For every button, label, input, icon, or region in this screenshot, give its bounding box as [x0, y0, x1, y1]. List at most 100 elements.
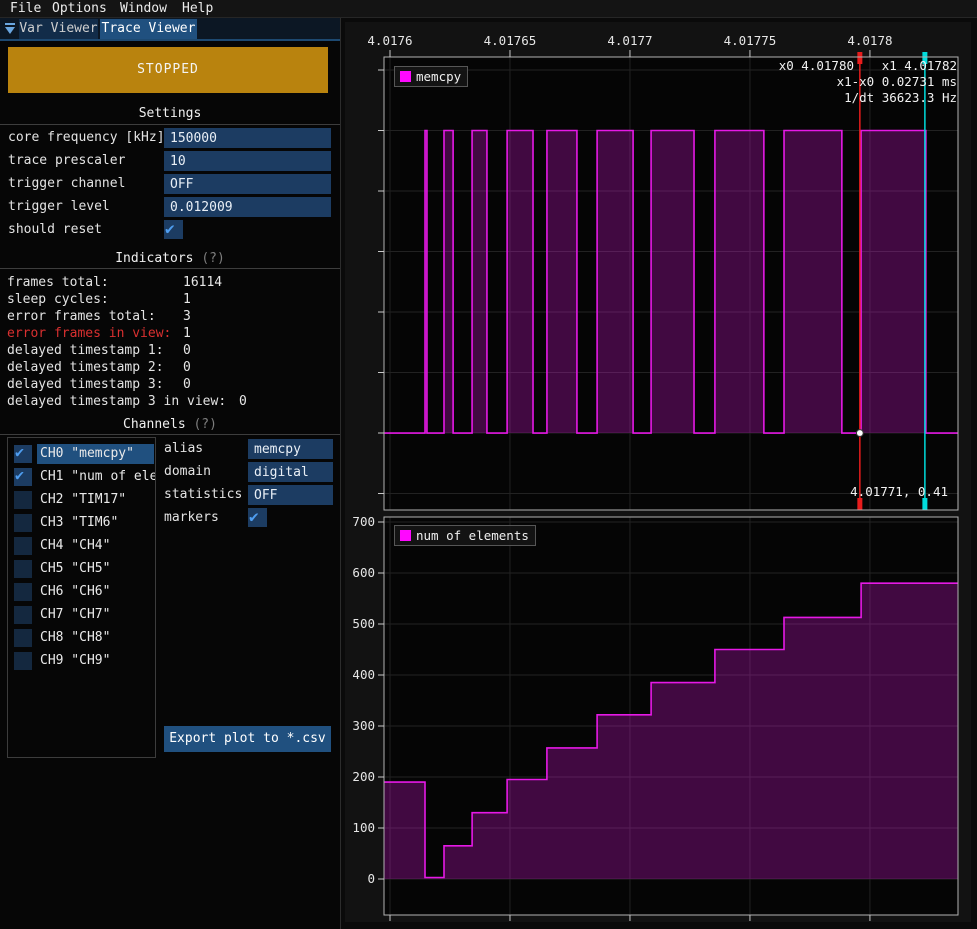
- indicator-value: 16114: [183, 274, 222, 291]
- indicators-title-text: Indicators: [115, 251, 193, 266]
- alias-input[interactable]: [248, 439, 333, 459]
- should-reset-checkbox[interactable]: ✔: [164, 220, 183, 239]
- check-icon: ✔: [249, 507, 259, 526]
- channel-row-0[interactable]: ✔ CH0 "memcpy": [8, 444, 155, 466]
- channel-checkbox[interactable]: [14, 514, 32, 532]
- separator: [0, 434, 340, 435]
- channel-row-6[interactable]: CH6 "CH6": [8, 582, 155, 604]
- marker-x0-label: x0 4.01780: [779, 58, 854, 73]
- channel-row-4[interactable]: CH4 "CH4": [8, 536, 155, 558]
- channel-row-5[interactable]: CH5 "CH5": [8, 559, 155, 581]
- trigger-channel-select[interactable]: [164, 174, 331, 194]
- indicator-label: sleep cycles:: [7, 291, 109, 308]
- tab-bar: Var Viewer Trace Viewer: [0, 18, 340, 41]
- chevron-down-icon: [5, 27, 15, 34]
- channel-row-8[interactable]: CH8 "CH8": [8, 628, 155, 650]
- trace-prescaler-input[interactable]: [164, 151, 331, 171]
- acquisition-state-button[interactable]: STOPPED: [8, 47, 328, 93]
- channel-checkbox[interactable]: [14, 537, 32, 555]
- marker-delta-label: x1-x0 0.02731 ms: [837, 74, 957, 89]
- help-icon[interactable]: (?): [201, 251, 224, 266]
- channel-label: CH3 "TIM6": [40, 513, 155, 533]
- indicator-label-error: error frames in view:: [7, 325, 171, 342]
- tab-var-viewer[interactable]: Var Viewer: [19, 19, 98, 39]
- series-swatch-icon: [400, 530, 411, 541]
- markers-checkbox[interactable]: ✔: [248, 508, 267, 527]
- menu-window[interactable]: Window: [120, 1, 167, 17]
- channel-checkbox[interactable]: [14, 491, 32, 509]
- statistics-label: statistics: [164, 485, 242, 505]
- export-csv-button[interactable]: Export plot to *.csv: [164, 726, 331, 752]
- separator: [0, 124, 340, 125]
- check-icon: ✔: [15, 443, 24, 461]
- indicator-label: delayed timestamp 2:: [7, 359, 164, 376]
- tab-list-popup-icon[interactable]: [3, 22, 18, 36]
- settings-title: Settings: [0, 106, 340, 121]
- indicators-title: Indicators (?): [0, 251, 340, 266]
- should-reset-label: should reset: [8, 220, 102, 240]
- svg-text:4.0177: 4.0177: [607, 33, 652, 48]
- legend-label: num of elements: [416, 528, 529, 543]
- svg-text:100: 100: [352, 820, 375, 835]
- channel-label: CH6 "CH6": [40, 582, 155, 602]
- tab-bar-underline: [0, 39, 340, 41]
- core-frequency-input[interactable]: [164, 128, 331, 148]
- channel-label: CH1 "num of elem: [40, 467, 155, 487]
- markers-label: markers: [164, 508, 219, 528]
- indicator-label: delayed timestamp 3 in view:: [7, 393, 226, 410]
- app-root: File Options Window Help Var Viewer Trac…: [0, 0, 977, 929]
- channel-label: CH0 "memcpy": [40, 444, 155, 464]
- svg-text:4.01765: 4.01765: [484, 33, 537, 48]
- channel-label: CH4 "CH4": [40, 536, 155, 556]
- trigger-level-input[interactable]: [164, 197, 331, 217]
- separator: [0, 268, 340, 269]
- channel-checkbox[interactable]: [14, 583, 32, 601]
- legend-memcpy[interactable]: memcpy: [394, 66, 468, 87]
- indicator-label: error frames total:: [7, 308, 156, 325]
- channel-checkbox[interactable]: ✔: [14, 468, 32, 486]
- channel-checkbox[interactable]: [14, 652, 32, 670]
- trigger-channel-label: trigger channel: [8, 174, 125, 194]
- elements-count-plot[interactable]: 0100200300400500600700: [341, 511, 977, 929]
- menu-options[interactable]: Options: [52, 1, 107, 17]
- channel-label: CH7 "CH7": [40, 605, 155, 625]
- marker-x1-label: x1 4.01782: [882, 58, 957, 73]
- marker-frequency-label: 1/dt 36623.3 Hz: [844, 90, 957, 105]
- channel-row-1[interactable]: ✔ CH1 "num of elem: [8, 467, 155, 489]
- svg-text:500: 500: [352, 616, 375, 631]
- indicator-label: delayed timestamp 3:: [7, 376, 164, 393]
- indicator-value: 1: [183, 325, 191, 342]
- domain-select[interactable]: [248, 462, 333, 482]
- channel-label: CH8 "CH8": [40, 628, 155, 648]
- channels-title-text: Channels: [123, 417, 186, 432]
- indicator-label: frames total:: [7, 274, 109, 291]
- channel-label: CH9 "CH9": [40, 651, 155, 671]
- indicator-value: 0: [183, 376, 191, 393]
- tab-trace-viewer[interactable]: Trace Viewer: [100, 19, 197, 39]
- legend-num-of-elements[interactable]: num of elements: [394, 525, 536, 546]
- svg-text:0: 0: [367, 871, 375, 886]
- indicator-value: 0: [239, 393, 247, 410]
- svg-text:700: 700: [352, 514, 375, 529]
- channels-title: Channels (?): [0, 417, 340, 432]
- core-frequency-label: core frequency [kHz]: [8, 128, 165, 148]
- channel-checkbox[interactable]: [14, 560, 32, 578]
- channel-label: CH5 "CH5": [40, 559, 155, 579]
- indicator-value: 0: [183, 359, 191, 376]
- channel-listbox: ✔ CH0 "memcpy" ✔ CH1 "num of elem CH2 "TIM17…: [7, 437, 156, 758]
- indicator-value: 3: [183, 308, 191, 325]
- channel-checkbox[interactable]: [14, 629, 32, 647]
- help-icon[interactable]: (?): [193, 417, 216, 432]
- menu-file[interactable]: File: [10, 1, 41, 17]
- channel-row-7[interactable]: CH7 "CH7": [8, 605, 155, 627]
- channel-row-2[interactable]: CH2 "TIM17": [8, 490, 155, 512]
- channel-row-9[interactable]: CH9 "CH9": [8, 651, 155, 673]
- channel-checkbox[interactable]: ✔: [14, 445, 32, 463]
- svg-text:4.0176: 4.0176: [367, 33, 412, 48]
- statistics-select[interactable]: [248, 485, 333, 505]
- check-icon: ✔: [15, 466, 24, 484]
- svg-text:4.0178: 4.0178: [847, 33, 892, 48]
- menu-help[interactable]: Help: [182, 1, 213, 17]
- channel-checkbox[interactable]: [14, 606, 32, 624]
- channel-row-3[interactable]: CH3 "TIM6": [8, 513, 155, 535]
